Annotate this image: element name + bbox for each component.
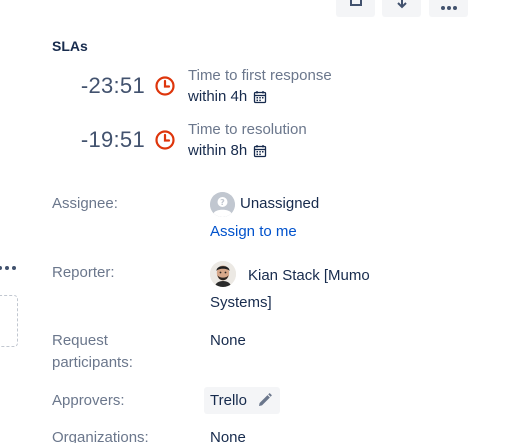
sla-remaining-time: -23:51 (80, 73, 145, 98)
approver-name: Trello (210, 392, 247, 409)
toolbar-box-button[interactable] (336, 0, 375, 17)
more-actions-icon[interactable] (0, 266, 16, 270)
sla-goal: within 4h (188, 88, 267, 105)
sla-remaining-time: -19:51 (80, 127, 145, 152)
sla-heading: SLAs (52, 38, 88, 54)
organizations-label: Organizations: (52, 429, 149, 443)
approvers-label: Approvers: (52, 392, 125, 409)
sla-item: -23:51 Time to first response within 4h (0, 67, 517, 107)
reporter-label: Reporter: (52, 264, 115, 281)
more-icon (440, 6, 457, 10)
toolbar-download-button[interactable] (382, 0, 421, 17)
sla-goal: within 8h (188, 142, 267, 159)
approver-chip[interactable]: Trello (204, 387, 280, 414)
clock-icon (155, 76, 175, 96)
box-icon (349, 0, 362, 6)
request-participants-value[interactable]: None (210, 330, 246, 352)
sla-item: -19:51 Time to resolution within 8h (0, 121, 517, 161)
request-participants-label: Request participants: (52, 332, 133, 371)
sla-goal-text: within 8h (188, 142, 248, 159)
sla-name: Time to first response (188, 67, 332, 84)
issue-side-panel: SLAs -23:51 Time to first response withi… (0, 0, 517, 443)
calendar-icon (254, 90, 267, 103)
sla-name: Time to resolution (188, 121, 307, 138)
assignee-value[interactable]: Unassigned (240, 193, 319, 215)
assign-to-me-link[interactable]: Assign to me (210, 221, 297, 243)
assignee-label: Assignee: (52, 195, 118, 212)
toolbar-more-button[interactable] (429, 0, 468, 17)
organizations-value[interactable]: None (210, 427, 246, 443)
svg-text:?: ? (220, 198, 225, 207)
unassigned-avatar-icon: ? (210, 192, 235, 217)
sla-goal-text: within 4h (188, 88, 248, 105)
reporter-value[interactable]: Kian Stack [Mumo Systems] (210, 262, 410, 316)
download-icon (396, 0, 407, 9)
dropzone-placeholder (0, 295, 18, 347)
pencil-icon[interactable] (257, 393, 272, 408)
clock-icon (155, 130, 175, 150)
calendar-icon (254, 144, 267, 157)
